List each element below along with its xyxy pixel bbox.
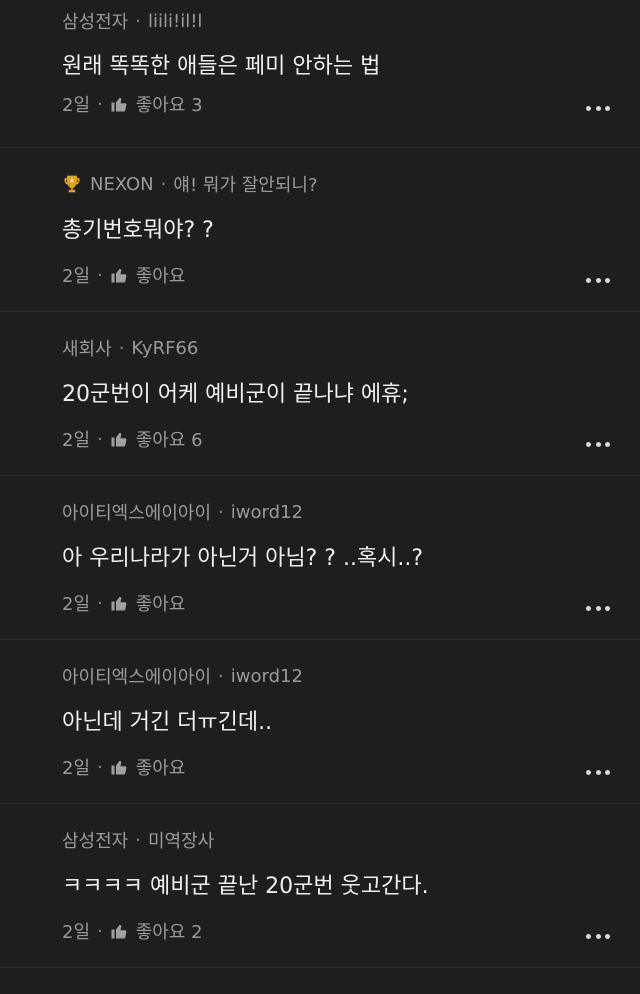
like-button[interactable]: 좋아요 6 bbox=[110, 426, 203, 452]
thumbs-up-icon bbox=[111, 432, 127, 447]
more-options-button[interactable] bbox=[586, 104, 610, 112]
more-options-button[interactable] bbox=[586, 440, 610, 448]
more-horizontal-icon bbox=[586, 277, 591, 283]
comment-text: 총기번호뭐야? ? bbox=[62, 218, 214, 243]
thumbs-up-icon bbox=[111, 97, 127, 112]
author-nickname[interactable]: iword12 bbox=[231, 502, 303, 523]
more-horizontal-icon-dot bbox=[595, 605, 601, 611]
separator-dot: · bbox=[97, 264, 103, 286]
comment-item: 아이티엑스에이아이 · iword12 아닌데 거긴 더ㅠ긴데.. 2일 · 좋… bbox=[0, 640, 640, 804]
author-nickname[interactable]: iword12 bbox=[231, 666, 303, 687]
author-company[interactable]: 아이티엑스에이아이 bbox=[62, 663, 211, 689]
comment-list: 삼성전자 · liili!il!l 원래 똑똑한 애들은 페미 안하는 법 2일… bbox=[0, 0, 640, 968]
comment-text: 원래 똑똑한 애들은 페미 안하는 법 bbox=[62, 54, 381, 79]
more-horizontal-icon bbox=[586, 105, 591, 111]
comment-author-line: 아이티엑스에이아이 · iword12 bbox=[62, 663, 303, 689]
like-label: 좋아요 3 bbox=[135, 95, 203, 116]
author-company[interactable]: 삼성전자 bbox=[62, 8, 128, 34]
thumbs-up-icon bbox=[111, 268, 127, 283]
comment-item: 삼성전자 · liili!il!l 원래 똑똑한 애들은 페미 안하는 법 2일… bbox=[0, 0, 640, 148]
more-options-button[interactable] bbox=[586, 276, 610, 284]
comment-actions: 2일 · 좋아요 bbox=[62, 262, 185, 288]
comment-author-line: 새회사 · KyRF66 bbox=[62, 335, 198, 361]
comment-author-line: 삼성전자 · 미역장사 bbox=[62, 827, 214, 853]
comment-time: 2일 bbox=[62, 758, 91, 779]
separator-dot: · bbox=[97, 93, 103, 115]
like-label: 좋아요 bbox=[135, 266, 186, 287]
separator-dot: · bbox=[135, 829, 141, 851]
comment-text: ㅋㅋㅋㅋ 예비군 끝난 20군번 웃고간다. bbox=[62, 874, 429, 899]
more-horizontal-icon-dot bbox=[605, 605, 610, 611]
like-button[interactable]: 좋아요 bbox=[110, 262, 186, 288]
separator-dot: · bbox=[97, 756, 103, 778]
more-options-button[interactable] bbox=[586, 768, 610, 776]
comment-item: 삼성전자 · 미역장사 ㅋㅋㅋㅋ 예비군 끝난 20군번 웃고간다. 2일 · … bbox=[0, 804, 640, 968]
separator-dot: · bbox=[97, 428, 103, 450]
more-horizontal-icon-dot bbox=[595, 933, 601, 939]
comment-text: 아닌데 거긴 더ㅠ긴데.. bbox=[62, 710, 273, 735]
separator-dot: · bbox=[218, 665, 224, 687]
comment-time: 2일 bbox=[62, 266, 91, 287]
like-button[interactable]: 좋아요 bbox=[110, 754, 186, 780]
more-horizontal-icon-dot bbox=[595, 441, 601, 447]
more-horizontal-icon-dot bbox=[595, 769, 601, 775]
more-options-button[interactable] bbox=[586, 604, 610, 612]
like-button[interactable]: 좋아요 2 bbox=[110, 918, 203, 944]
author-nickname[interactable]: KyRF66 bbox=[131, 338, 198, 359]
more-horizontal-icon bbox=[586, 769, 591, 775]
comment-author-line: NEXON · 얘! 뭐가 잘안되니? bbox=[62, 171, 318, 197]
author-nickname[interactable]: liili!il!l bbox=[148, 11, 202, 32]
comment-actions: 2일 · 좋아요 bbox=[62, 754, 185, 780]
more-horizontal-icon-dot bbox=[605, 769, 610, 775]
thumbs-up-icon bbox=[111, 760, 127, 775]
comment-actions: 2일 · 좋아요 3 bbox=[62, 91, 203, 117]
author-company[interactable]: NEXON bbox=[90, 174, 154, 195]
separator-dot: · bbox=[97, 920, 103, 942]
more-horizontal-icon-dot bbox=[605, 277, 610, 283]
like-label: 좋아요 6 bbox=[135, 430, 203, 451]
thumbs-up-icon bbox=[111, 924, 127, 939]
author-company[interactable]: 삼성전자 bbox=[62, 827, 128, 853]
more-horizontal-icon bbox=[586, 441, 591, 447]
like-button[interactable]: 좋아요 bbox=[110, 590, 186, 616]
more-horizontal-icon-dot bbox=[595, 105, 601, 111]
like-label: 좋아요 2 bbox=[135, 922, 203, 943]
comment-time: 2일 bbox=[62, 95, 91, 116]
comment-time: 2일 bbox=[62, 922, 91, 943]
author-company[interactable]: 새회사 bbox=[62, 335, 112, 361]
author-company[interactable]: 아이티엑스에이아이 bbox=[62, 499, 211, 525]
comment-item: NEXON · 얘! 뭐가 잘안되니? 총기번호뭐야? ? 2일 · 좋아요 bbox=[0, 148, 640, 312]
comment-author-line: 삼성전자 · liili!il!l bbox=[62, 8, 202, 34]
more-horizontal-icon-dot bbox=[605, 105, 610, 111]
comment-author-line: 아이티엑스에이아이 · iword12 bbox=[62, 499, 303, 525]
comment-text: 20군번이 어케 예비군이 끝나냐 에휴; bbox=[62, 382, 409, 407]
separator-dot: · bbox=[160, 173, 167, 195]
comment-item: 새회사 · KyRF66 20군번이 어케 예비군이 끝나냐 에휴; 2일 · … bbox=[0, 312, 640, 476]
separator-dot: · bbox=[97, 592, 103, 614]
separator-dot: · bbox=[218, 501, 224, 523]
trophy-icon bbox=[64, 175, 80, 193]
author-nickname[interactable]: 얘! 뭐가 잘안되니? bbox=[173, 171, 317, 197]
author-nickname[interactable]: 미역장사 bbox=[148, 827, 214, 853]
like-label: 좋아요 bbox=[135, 758, 186, 779]
comment-actions: 2일 · 좋아요 bbox=[62, 590, 185, 616]
separator-dot: · bbox=[118, 337, 125, 359]
like-button[interactable]: 좋아요 3 bbox=[110, 91, 203, 117]
more-options-button[interactable] bbox=[586, 932, 610, 940]
comment-time: 2일 bbox=[62, 430, 91, 451]
more-horizontal-icon bbox=[586, 933, 591, 939]
comment-text: 아 우리나라가 아닌거 아님? ? ..혹시..? bbox=[62, 546, 424, 571]
comment-item: 아이티엑스에이아이 · iword12 아 우리나라가 아닌거 아님? ? ..… bbox=[0, 476, 640, 640]
comment-actions: 2일 · 좋아요 2 bbox=[62, 918, 203, 944]
like-label: 좋아요 bbox=[135, 594, 186, 615]
more-horizontal-icon bbox=[586, 605, 591, 611]
more-horizontal-icon-dot bbox=[605, 441, 610, 447]
separator-dot: · bbox=[135, 10, 141, 32]
more-horizontal-icon-dot bbox=[595, 277, 601, 283]
comment-actions: 2일 · 좋아요 6 bbox=[62, 426, 203, 452]
comment-time: 2일 bbox=[62, 594, 91, 615]
thumbs-up-icon bbox=[111, 596, 127, 611]
more-horizontal-icon-dot bbox=[605, 933, 610, 939]
